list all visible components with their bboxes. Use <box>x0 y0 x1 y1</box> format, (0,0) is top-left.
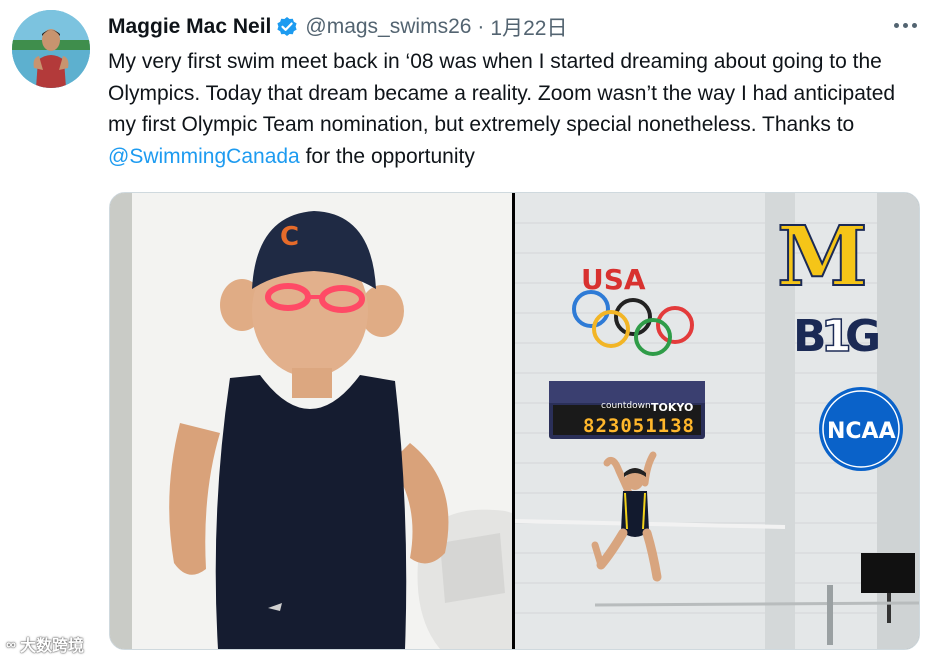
tweet-text: My very first swim meet back in ‘08 was … <box>108 46 923 172</box>
tweet-text-part2: for the opportunity <box>299 144 475 168</box>
countdown-city: TOKYO <box>651 401 694 414</box>
photo-young-swimmer[interactable]: C <box>110 193 512 649</box>
svg-text:NCAA: NCAA <box>827 419 896 444</box>
author-name[interactable]: Maggie Mac Neil <box>108 15 271 39</box>
author-handle[interactable]: @mags_swims26 <box>305 15 471 39</box>
header-separator: · <box>477 15 485 38</box>
watermark-text: 大数跨境 <box>19 638 84 655</box>
author-avatar[interactable] <box>12 10 90 88</box>
watermark-logo-icon: ∞ <box>6 636 16 652</box>
tweet-date[interactable]: 1月22日 <box>490 12 567 42</box>
more-options-icon[interactable] <box>888 13 922 37</box>
verified-badge-icon <box>276 16 298 38</box>
tweet-text-part1: My very first swim meet back in ‘08 was … <box>108 50 896 136</box>
countdown-label: countdown <box>601 401 651 411</box>
usa-text: USA <box>581 263 646 296</box>
svg-text:C: C <box>280 222 299 252</box>
media-grid: C USA M B 1 G NCAA countdown TOKYO 82305… <box>109 192 920 650</box>
svg-text:G: G <box>845 311 881 362</box>
mention-link[interactable]: @SwimmingCanada <box>108 145 300 168</box>
photo-jumping-swimmer[interactable]: USA M B 1 G NCAA countdown TOKYO 8230511… <box>515 193 919 649</box>
watermark: ∞ 大数跨境 <box>6 632 84 656</box>
countdown-digits: 823051138 <box>583 415 695 437</box>
svg-text:M: M <box>777 209 868 305</box>
tweet: Maggie Mac Neil @mags_swims26 · 1月22日 My… <box>0 0 938 662</box>
tweet-header: Maggie Mac Neil @mags_swims26 · 1月22日 <box>108 12 567 42</box>
